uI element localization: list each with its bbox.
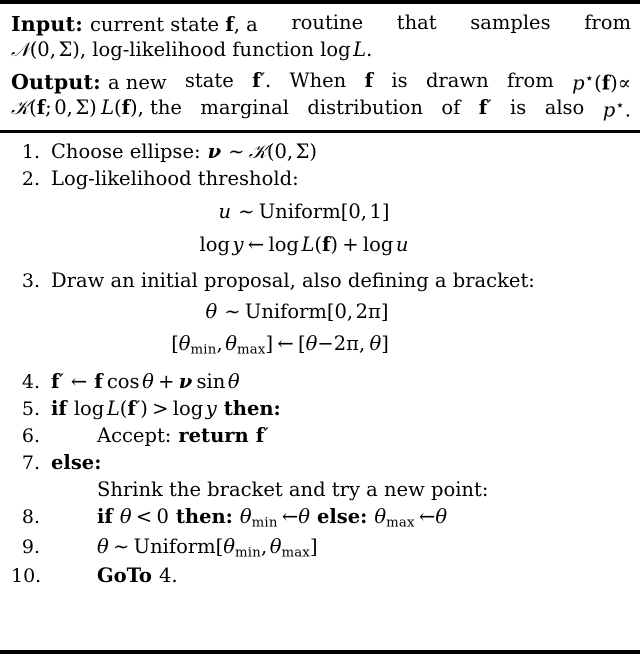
step-if-accept-test: 5. if log L(f′) > log y then: xyxy=(11,399,631,419)
step-math: else: xyxy=(51,451,102,475)
step-math: θ ∼ Uniform[θmin, θmax] xyxy=(97,534,318,561)
step-accept-return: 6. Accept: return f′ xyxy=(11,426,631,446)
equation-u-uniform: u ∼ Uniform[0, 1] xyxy=(218,199,390,223)
input-text-1: current state xyxy=(90,13,226,36)
input-spec: Input: current state f, a routine that samp… xyxy=(11,11,631,63)
step-shrink-bracket-comment: Shrink the bracket and try a new point: xyxy=(11,480,631,500)
algorithm-box: Input: current state f, a routine that samp… xyxy=(0,0,640,654)
step-math: f′ ← f cos θ + ν sin θ xyxy=(51,370,240,394)
input-line-2: 𝒩(0, Σ), log-likelihood function log L. xyxy=(11,37,373,61)
step-number: 7. xyxy=(21,452,40,475)
step-math: GoTo 4. xyxy=(97,564,178,588)
step-resample-theta: 9. θ ∼ Uniform[θmin, θmax] xyxy=(11,534,631,561)
step-number: 3. xyxy=(21,269,40,292)
step-number: 10. xyxy=(11,565,42,588)
step-text: Shrink the bracket and try a new point: xyxy=(97,478,489,502)
step-else-branch: 7. else: xyxy=(11,453,631,473)
step-math: if θ <0 then: θmin ←θ else: θmax ←θ xyxy=(97,504,448,531)
step-math: if log L(f′) > log y then: xyxy=(51,397,281,421)
step-rotate-proposal: 4. f′ ← f cos θ + ν sin θ xyxy=(11,372,631,392)
output-spec: Output: a new state f′. When f is drawn from p⋆… xyxy=(11,69,631,124)
step-content: Choose ellipse: ν ∼ 𝒦(0, Σ) xyxy=(51,139,318,163)
output-line-1: Output: a new state f′. When f is drawn from p⋆… xyxy=(11,68,631,95)
step-shrink-bracket-update: 8. if θ <0 then: θmin ←θ else: θmax ←θ xyxy=(11,504,631,531)
step-number: 5. xyxy=(21,398,40,421)
normal-dist-symbol: 𝒩 xyxy=(11,37,30,61)
output-label: Output: xyxy=(11,69,101,94)
step-goto-step-4: 10. GoTo 4. xyxy=(11,566,631,586)
equation-log-y-threshold: log y ← log L(f) + log u xyxy=(199,233,409,257)
step-draw-initial-proposal: 3. Draw an initial proposal, also defini… xyxy=(11,271,631,291)
step-log-likelihood-threshold: 2. Log-likelihood threshold: xyxy=(11,169,631,189)
step-text: Draw an initial proposal, also defining … xyxy=(51,268,535,292)
step-math: Accept: return f′ xyxy=(97,424,269,448)
step-number: 2. xyxy=(21,167,40,190)
step-choose-ellipse: 1. Choose ellipse: ν ∼ 𝒦(0, Σ) xyxy=(11,139,631,163)
step-text: Choose ellipse: xyxy=(51,139,201,163)
step-number: 9. xyxy=(21,535,40,558)
input-line-1: Input: current state f, a routine that samp… xyxy=(11,11,631,36)
algorithm-header: Input: current state f, a routine that samp… xyxy=(0,4,640,133)
step-text: Log-likelihood threshold: xyxy=(51,166,299,190)
equation-theta-uniform: θ ∼ Uniform[0, 2π] xyxy=(205,299,389,323)
step-number: 4. xyxy=(21,371,40,394)
algorithm-steps: 1. Choose ellipse: ν ∼ 𝒦(0, Σ) 2. Log-likeli… xyxy=(0,133,640,587)
input-label: Input: xyxy=(11,12,83,36)
step-number: 8. xyxy=(21,505,40,528)
equation-bracket-init: [θmin, θmax] ← [θ−2π, θ] xyxy=(171,332,389,358)
step-number: 6. xyxy=(21,425,40,448)
step-number: 1. xyxy=(21,140,40,163)
output-line-2: 𝒦(f; 0, Σ) L(f), the marginal distribution of… xyxy=(11,96,631,122)
